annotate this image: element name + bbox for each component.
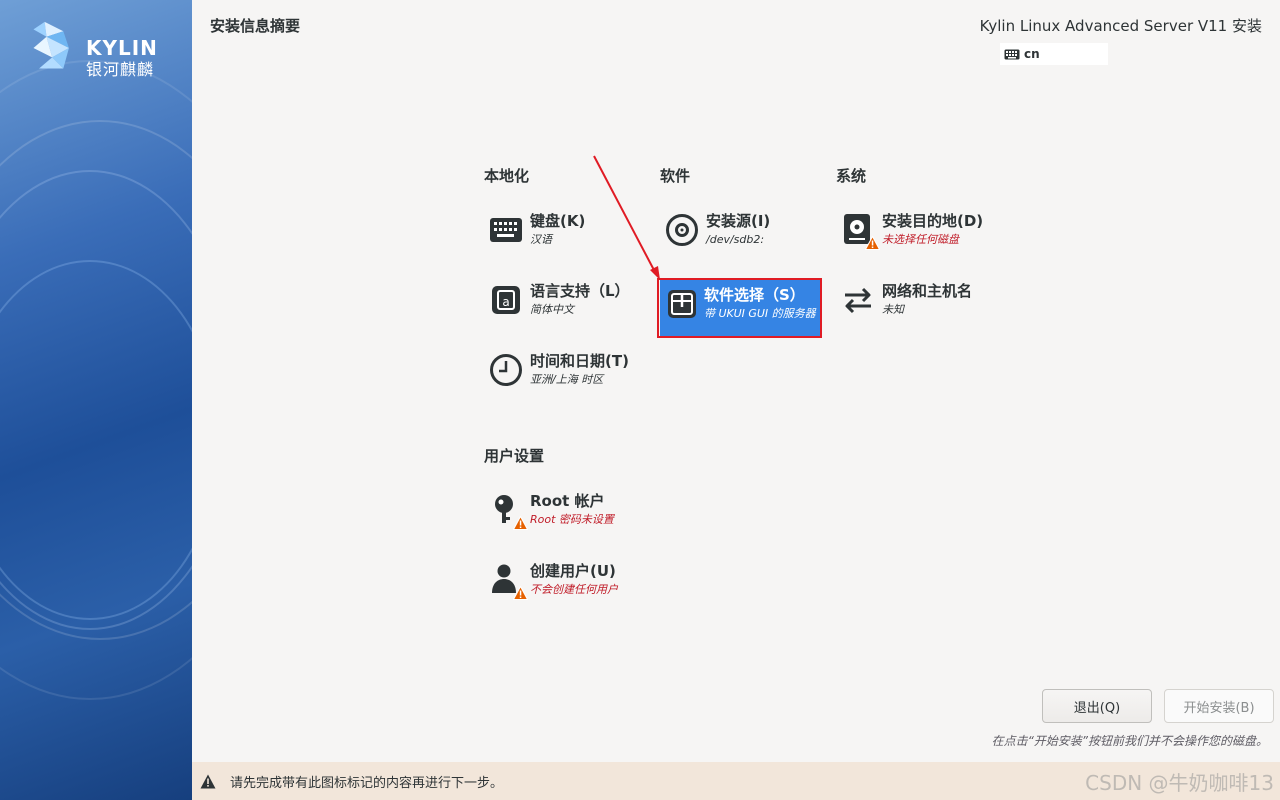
keyboard-layout-label: cn (1024, 47, 1040, 61)
keyboard-icon (486, 210, 526, 250)
begin-installation-button[interactable]: 开始安装(B) (1164, 689, 1274, 723)
spoke-create-user-status: 不会创建任何用户 (530, 583, 618, 596)
spoke-keyboard-status: 汉语 (530, 233, 552, 246)
spoke-create-user[interactable]: 创建用户(U) 不会创建任何用户 (482, 556, 652, 614)
spoke-datetime[interactable]: 时间和日期(T) 亚洲/上海 时区 (482, 346, 652, 404)
language-icon: a (486, 280, 526, 320)
spoke-network[interactable]: 网络和主机名 未知 (834, 276, 1004, 334)
user-icon (486, 560, 528, 600)
spoke-datetime-status: 亚洲/上海 时区 (530, 373, 604, 386)
spoke-install-source-label: 安装源(I) (706, 212, 771, 230)
spoke-language-status: 简体中文 (530, 303, 574, 316)
highlight-annotation-box (657, 278, 822, 338)
svg-text:a: a (502, 295, 509, 309)
warning-bar-text: 请先完成带有此图标标记的内容再进行下一步。 (230, 775, 504, 791)
spoke-root-account[interactable]: Root 帐户 Root 密码未设置 (482, 486, 652, 544)
spoke-language-label: 语言支持（L） (530, 282, 630, 300)
spoke-datetime-label: 时间和日期(T) (530, 352, 629, 370)
clock-icon (486, 350, 526, 390)
spoke-network-status: 未知 (882, 303, 904, 316)
warning-icon (200, 774, 216, 788)
spoke-install-destination-label: 安装目的地(D) (882, 212, 984, 230)
spoke-root-account-status: Root 密码未设置 (530, 513, 614, 526)
disc-icon (662, 210, 702, 250)
disk-footnote: 在点击“开始安装”按钮前我们并不会操作您的磁盘。 (991, 734, 1268, 748)
spoke-language[interactable]: a 语言支持（L） 简体中文 (482, 276, 652, 334)
spoke-keyboard[interactable]: 键盘(K) 汉语 (482, 206, 652, 264)
spoke-network-label: 网络和主机名 (882, 282, 973, 300)
section-software: 软件 (660, 167, 691, 185)
spoke-install-source-status: /dev/sdb2: (706, 233, 765, 246)
spoke-install-destination[interactable]: 安装目的地(D) 未选择任何磁盘 (834, 206, 1004, 264)
spoke-install-destination-status: 未选择任何磁盘 (882, 233, 959, 246)
spoke-install-source[interactable]: 安装源(I) /dev/sdb2: (658, 206, 828, 264)
spoke-root-account-label: Root 帐户 (530, 492, 605, 510)
section-system: 系统 (836, 167, 867, 185)
page-title: 安装信息摘要 (210, 17, 301, 35)
keyboard-small-icon (1004, 49, 1020, 59)
logo-subtext: 银河麒麟 (86, 60, 155, 79)
warning-badge-icon (865, 236, 880, 250)
root-icon (486, 490, 528, 530)
quit-button[interactable]: 退出(Q) (1042, 689, 1152, 723)
section-localization: 本地化 (484, 167, 530, 185)
network-icon (838, 280, 878, 320)
product-title: Kylin Linux Advanced Server V11 安装 (979, 17, 1262, 35)
keyboard-layout-indicator[interactable]: cn (1000, 43, 1108, 65)
warning-badge-icon (513, 516, 528, 530)
watermark: CSDN @牛奶咖啡13 (1085, 770, 1274, 795)
sidebar: KYLIN 银河麒麟 (0, 0, 192, 800)
disk-icon (838, 210, 880, 250)
kylin-logo-icon (33, 21, 69, 69)
spoke-keyboard-label: 键盘(K) (530, 212, 586, 230)
section-user-settings: 用户设置 (484, 447, 545, 465)
spoke-create-user-label: 创建用户(U) (530, 562, 616, 580)
warning-badge-icon (513, 586, 528, 600)
